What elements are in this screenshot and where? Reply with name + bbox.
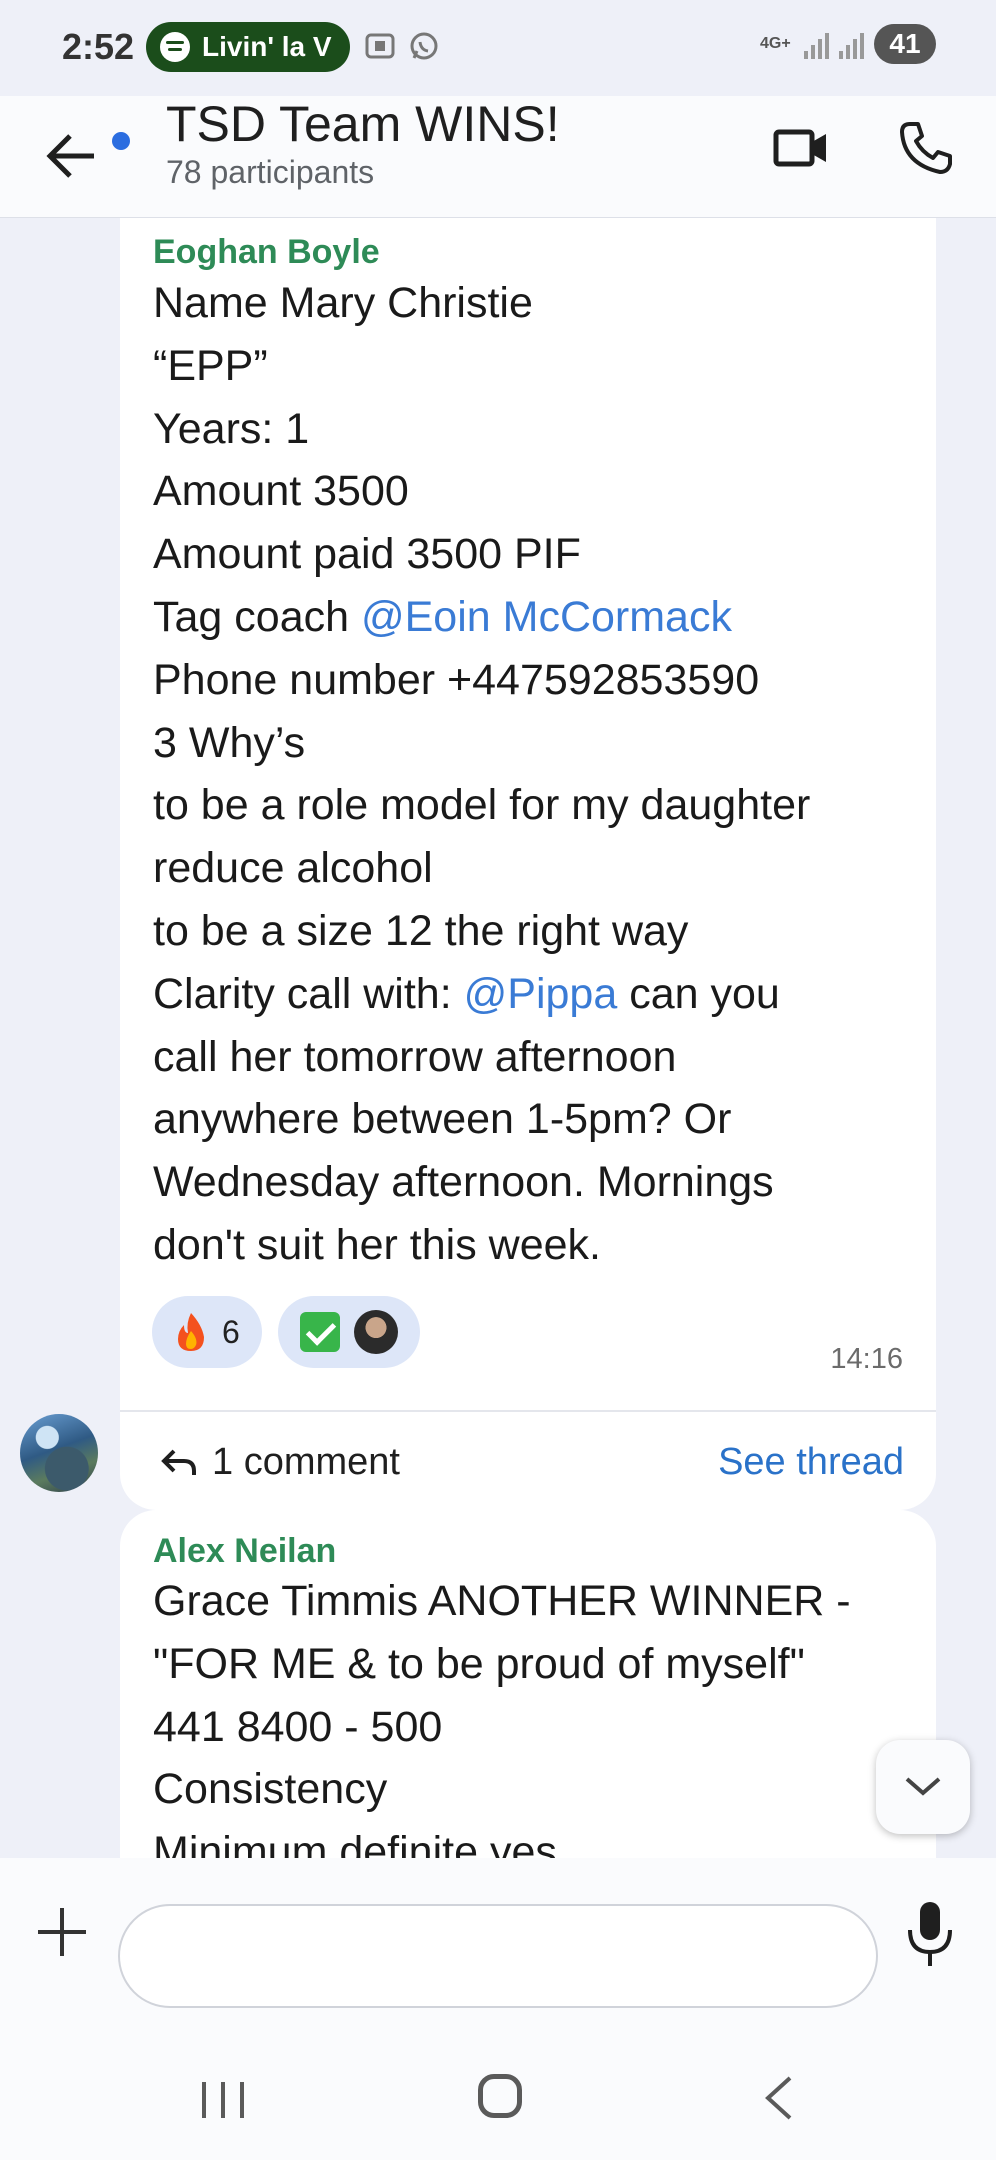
- microphone-icon[interactable]: [904, 1898, 956, 1970]
- message-list[interactable]: Eoghan Boyle Name Mary Christie “EPP” Ye…: [0, 218, 996, 1858]
- message-line: Minimum definite yes: [153, 1828, 557, 1858]
- signal-icon: [804, 29, 829, 59]
- composer-bar: [0, 1858, 996, 2020]
- screenshot-icon: [365, 33, 395, 59]
- video-call-icon[interactable]: [772, 118, 832, 178]
- add-attachment-icon[interactable]: [36, 1906, 88, 1958]
- line-text: Clarity call with:: [153, 969, 464, 1018]
- message-line: Name Mary Christie: [153, 279, 533, 327]
- scroll-to-bottom-button[interactable]: [876, 1740, 970, 1834]
- status-bar: 2:52 Livin' la V 4G+ 41: [0, 0, 996, 96]
- message-body: Name Mary Christie “EPP” Years: 1 Amount…: [153, 272, 913, 1277]
- mention-link[interactable]: @Eoin McCormack: [361, 593, 732, 641]
- chat-title[interactable]: TSD Team WINS!: [166, 96, 560, 152]
- message-line: Tag coach @Eoin McCormack: [153, 586, 913, 649]
- message-line: Phone number +447592853590: [153, 655, 760, 704]
- line-text: Tag coach: [153, 592, 361, 641]
- recent-apps-icon[interactable]: [200, 2080, 246, 2120]
- chevron-down-icon: [905, 1777, 941, 1796]
- message-line: reduce alcohol: [153, 844, 433, 893]
- network-type: 4G+: [760, 35, 791, 52]
- sender-avatar[interactable]: [20, 1414, 98, 1492]
- message-line: Years: 1: [153, 404, 310, 453]
- back-arrow-icon[interactable]: [44, 124, 100, 188]
- reaction-check[interactable]: [277, 1296, 420, 1368]
- chat-header: TSD Team WINS! 78 participants: [0, 96, 996, 218]
- thread-row[interactable]: 1 comment See thread: [160, 1434, 904, 1490]
- signal-icon-2: [839, 29, 864, 59]
- reactor-avatar: [353, 1310, 398, 1354]
- system-nav-bar: [0, 2020, 996, 2160]
- message-body: Grace Timmis ANOTHER WINNER - "FOR ME & …: [153, 1570, 913, 1858]
- media-pill[interactable]: Livin' la V: [146, 22, 350, 72]
- message-card[interactable]: Alex Neilan Grace Timmis ANOTHER WINNER …: [120, 1510, 936, 1858]
- fire-icon: [178, 1313, 204, 1351]
- sender-name[interactable]: Alex Neilan: [153, 1532, 336, 1571]
- phone-call-icon[interactable]: [896, 118, 956, 178]
- chat-screen: 2:52 Livin' la V 4G+ 41 TSD Team WINS! 7…: [0, 0, 996, 2160]
- message-line: “EPP”: [153, 341, 268, 390]
- message-time: 14:16: [830, 1343, 903, 1375]
- media-pill-text: Livin' la V: [202, 31, 332, 62]
- message-card[interactable]: Eoghan Boyle Name Mary Christie “EPP” Ye…: [120, 218, 936, 1510]
- message-input[interactable]: [118, 1904, 878, 2008]
- message-line: Amount paid 3500 PIF: [153, 530, 581, 579]
- check-mark-icon: [299, 1312, 340, 1352]
- system-back-icon[interactable]: [758, 2074, 798, 2122]
- message-line: to be a size 12 the right way: [153, 906, 689, 955]
- comment-count[interactable]: 1 comment: [212, 1441, 400, 1484]
- participant-count[interactable]: 78 participants: [166, 154, 374, 191]
- message-line: Wednesday afternoon. Mornings: [153, 1158, 774, 1207]
- status-right: 4G+ 41: [760, 24, 936, 64]
- divider: [120, 1410, 936, 1412]
- message-line: Consistency: [153, 1765, 388, 1814]
- message-line: 3 Why’s: [153, 718, 306, 767]
- home-button[interactable]: [478, 2074, 522, 2118]
- spotify-icon: [160, 32, 190, 62]
- message-line: to be a role model for my daughter: [153, 781, 811, 830]
- mention-link[interactable]: @Pippa: [464, 970, 618, 1018]
- message-line: don't suit her this week.: [153, 1220, 601, 1269]
- reaction-fire[interactable]: 6: [152, 1296, 262, 1368]
- message-line: Grace Timmis ANOTHER WINNER -: [153, 1577, 851, 1625]
- reaction-row: 6: [152, 1296, 420, 1368]
- unread-indicator: [112, 132, 130, 150]
- line-text: can you: [617, 969, 780, 1018]
- message-line: anywhere between 1-5pm? Or: [153, 1095, 732, 1144]
- message-line: Clarity call with: @Pippa can you: [153, 963, 913, 1026]
- reply-icon: [161, 1449, 196, 1475]
- whatsapp-icon: [410, 32, 438, 60]
- message-line: 441 8400 - 500: [153, 1702, 443, 1751]
- message-line: "FOR ME & to be proud of myself": [153, 1639, 805, 1688]
- see-thread-link[interactable]: See thread: [718, 1441, 904, 1484]
- message-line: Amount 3500: [153, 467, 409, 516]
- status-time: 2:52: [62, 26, 135, 67]
- message-line: call her tomorrow afternoon: [153, 1032, 677, 1081]
- reaction-count: 6: [222, 1313, 240, 1350]
- sender-name[interactable]: Eoghan Boyle: [153, 233, 380, 272]
- battery-indicator: 41: [874, 24, 936, 64]
